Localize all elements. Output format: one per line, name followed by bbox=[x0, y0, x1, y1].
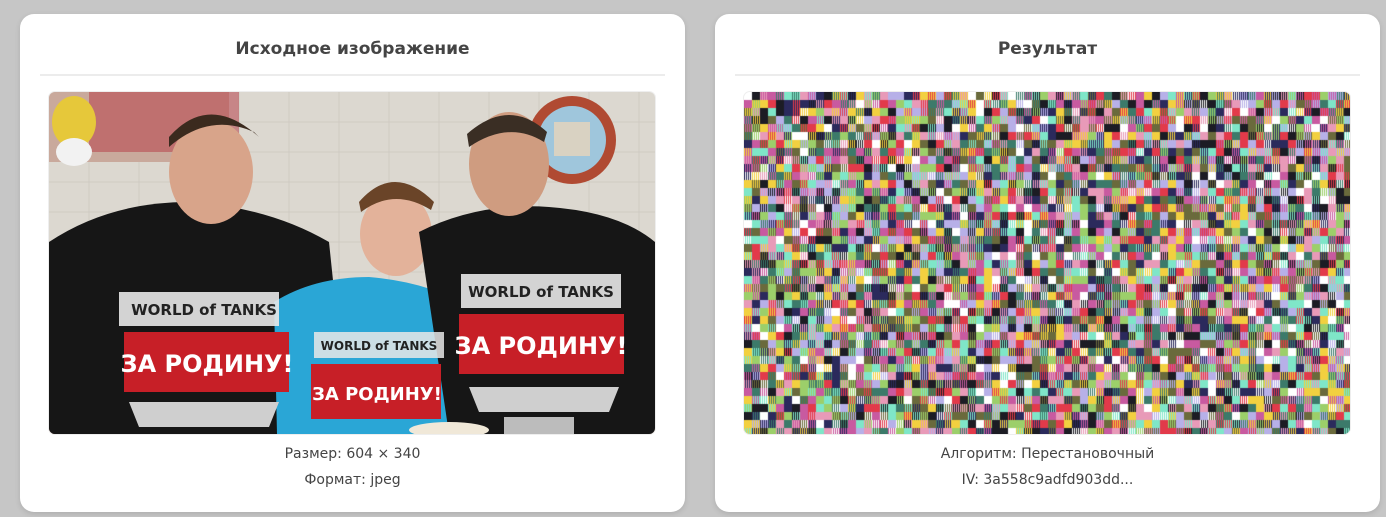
result-card-divider bbox=[735, 74, 1360, 76]
svg-text:ЗА РОДИНУ!: ЗА РОДИНУ! bbox=[455, 332, 628, 360]
result-iv-line: IV: 3a558c9adfd903dd... bbox=[715, 472, 1380, 488]
size-value: 604 × 340 bbox=[346, 446, 421, 462]
algorithm-label: Алгоритм: bbox=[940, 446, 1017, 462]
iv-value: 3a558c9adfd903dd... bbox=[983, 472, 1134, 488]
encrypted-noise-image bbox=[744, 92, 1350, 434]
result-algorithm-line: Алгоритм: Перестановочный bbox=[715, 446, 1380, 462]
result-image[interactable] bbox=[744, 92, 1350, 434]
source-photo: WORLD of TANKS ЗА РОДИНУ! WORLD of TANKS… bbox=[49, 92, 655, 434]
result-image-card: Результат Алгоритм: Перестановочный IV: … bbox=[715, 14, 1380, 512]
source-image-card: Исходное изображение WORLD of TANKS ЗА Р… bbox=[20, 14, 685, 512]
svg-text:ЗА РОДИНУ!: ЗА РОДИНУ! bbox=[121, 350, 294, 378]
result-card-title: Результат bbox=[997, 39, 1098, 59]
svg-text:ЗА РОДИНУ!: ЗА РОДИНУ! bbox=[312, 384, 442, 405]
size-label: Размер: bbox=[284, 446, 342, 462]
svg-text:WORLD of TANKS: WORLD of TANKS bbox=[131, 301, 277, 319]
format-label: Формат: bbox=[304, 472, 366, 488]
source-card-title: Исходное изображение bbox=[235, 39, 470, 59]
source-card-divider bbox=[40, 74, 665, 76]
source-size-line: Размер: 604 × 340 bbox=[20, 446, 685, 462]
source-image[interactable]: WORLD of TANKS ЗА РОДИНУ! WORLD of TANKS… bbox=[49, 92, 655, 434]
svg-text:WORLD of TANKS: WORLD of TANKS bbox=[468, 283, 614, 301]
svg-text:WORLD of TANKS: WORLD of TANKS bbox=[321, 339, 438, 353]
algorithm-value: Перестановочный bbox=[1021, 446, 1155, 462]
iv-label: IV: bbox=[961, 472, 979, 488]
source-format-line: Формат: jpeg bbox=[20, 472, 685, 488]
format-value: jpeg bbox=[370, 472, 401, 488]
